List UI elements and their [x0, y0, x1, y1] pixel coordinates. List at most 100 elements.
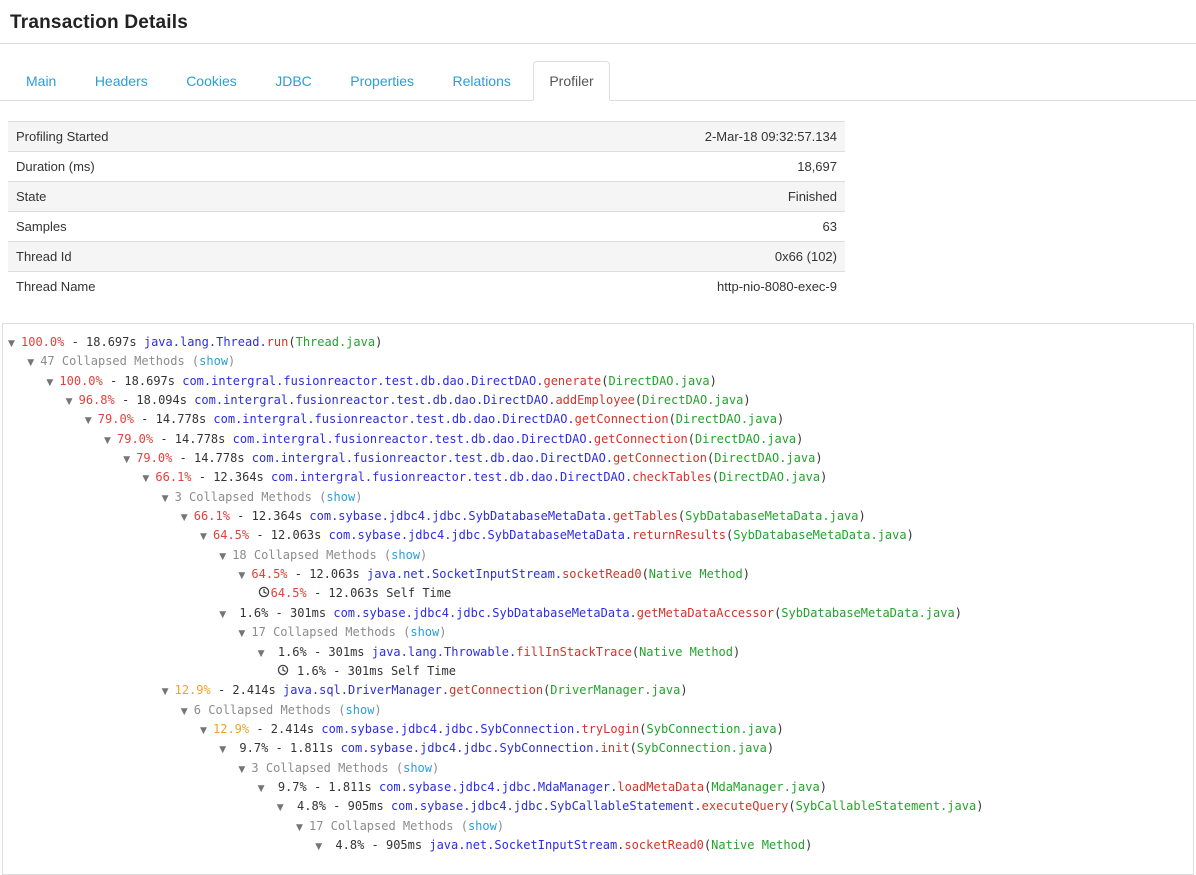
- show-link[interactable]: show: [391, 548, 420, 562]
- collapse-toggle-icon[interactable]: ▼: [238, 567, 251, 586]
- collapse-toggle-icon[interactable]: ▼: [258, 780, 271, 799]
- collapse-toggle-icon[interactable]: ▼: [238, 761, 251, 780]
- collapse-toggle-icon[interactable]: ▼: [162, 683, 175, 702]
- close-paren: ): [439, 625, 446, 639]
- class-name: java.net.SocketInputStream.: [367, 567, 562, 581]
- collapse-toggle-icon[interactable]: ▼: [219, 741, 232, 760]
- time-value: - 2.414s: [211, 683, 283, 697]
- time-value: - 301ms: [268, 606, 333, 620]
- collapse-toggle-icon[interactable]: ▼: [200, 722, 213, 741]
- show-link[interactable]: show: [326, 490, 355, 504]
- table-row: Thread Name http-nio-8080-exec-9: [8, 271, 845, 301]
- method-name: executeQuery: [702, 799, 789, 813]
- row-value: 2-Mar-18 09:32:57.134: [705, 129, 837, 144]
- table-row: Thread Id 0x66 (102): [8, 241, 845, 271]
- method-name: checkTables: [632, 470, 711, 484]
- time-value: - 12.063s: [288, 567, 367, 581]
- collapse-toggle-icon[interactable]: ▼: [277, 799, 290, 818]
- open-paren: (: [639, 722, 646, 736]
- profiler-node-row: ▼64.5% - 12.063s java.net.SocketInputStr…: [7, 565, 1189, 584]
- close-paren: ): [710, 374, 717, 388]
- collapse-toggle-icon[interactable]: ▼: [258, 645, 271, 664]
- tab-properties[interactable]: Properties: [334, 61, 430, 101]
- clock-icon: [277, 662, 290, 681]
- collapse-toggle-icon[interactable]: ▼: [296, 819, 309, 838]
- self-time-row: 1.6% - 301ms Self Time: [7, 662, 1189, 681]
- source-file: DirectDAO.java: [719, 470, 820, 484]
- tab-main[interactable]: Main: [10, 61, 72, 101]
- collapse-toggle-icon[interactable]: ▼: [238, 625, 251, 644]
- source-file: SybDatabaseMetaData.java: [781, 606, 954, 620]
- method-name: fillInStackTrace: [516, 645, 632, 659]
- profiler-node-row: ▼ 4.8% - 905ms java.net.SocketInputStrea…: [7, 836, 1189, 855]
- class-name: com.intergral.fusionreactor.test.db.dao.…: [182, 374, 543, 388]
- source-file: DirectDAO.java: [609, 374, 710, 388]
- source-file: MdaManager.java: [711, 780, 819, 794]
- collapsed-methods-row: ▼47 Collapsed Methods (show): [7, 352, 1189, 371]
- tab-bar: Main Headers Cookies JDBC Properties Rel…: [0, 61, 1196, 101]
- profiler-node-row: ▼96.8% - 18.094s com.intergral.fusionrea…: [7, 391, 1189, 410]
- collapse-toggle-icon[interactable]: ▼: [85, 412, 98, 431]
- profiler-node-row: ▼66.1% - 12.364s com.intergral.fusionrea…: [7, 468, 1189, 487]
- percent-value: 1.6%: [290, 664, 326, 678]
- collapse-toggle-icon[interactable]: ▼: [142, 470, 155, 489]
- collapse-toggle-icon[interactable]: ▼: [200, 528, 213, 547]
- profiler-node-row: ▼12.9% - 2.414s java.sql.DriverManager.g…: [7, 681, 1189, 700]
- percent-value: 79.0%: [117, 432, 153, 446]
- class-name: com.intergral.fusionreactor.test.db.dao.…: [233, 432, 594, 446]
- tab-jdbc[interactable]: JDBC: [259, 61, 328, 101]
- show-link[interactable]: show: [199, 354, 228, 368]
- show-link[interactable]: show: [410, 625, 439, 639]
- source-file: Thread.java: [296, 335, 375, 349]
- collapse-toggle-icon[interactable]: ▼: [181, 703, 194, 722]
- source-file: DirectDAO.java: [695, 432, 796, 446]
- collapse-toggle-icon[interactable]: ▼: [66, 393, 79, 412]
- method-name: tryLogin: [581, 722, 639, 736]
- method-name: run: [267, 335, 289, 349]
- show-link[interactable]: show: [403, 761, 432, 775]
- open-paren: (: [788, 799, 795, 813]
- time-value: - 18.697s: [64, 335, 143, 349]
- row-label: Thread Name: [16, 279, 95, 294]
- open-paren: (: [712, 470, 719, 484]
- profiler-node-row: ▼66.1% - 12.364s com.sybase.jdbc4.jdbc.S…: [7, 507, 1189, 526]
- table-row: State Finished: [8, 181, 845, 211]
- header-divider: [0, 43, 1196, 44]
- source-file: DirectDAO.java: [676, 412, 777, 426]
- profiler-node-row: ▼100.0% - 18.697s java.lang.Thread.run(T…: [7, 333, 1189, 352]
- close-paren: ): [733, 645, 740, 659]
- method-name: addEmployee: [555, 393, 634, 407]
- tab-headers[interactable]: Headers: [79, 61, 164, 101]
- close-paren: ): [228, 354, 235, 368]
- class-name: com.sybase.jdbc4.jdbc.SybDatabaseMetaDat…: [333, 606, 636, 620]
- collapse-toggle-icon[interactable]: ▼: [162, 490, 175, 509]
- collapse-toggle-icon[interactable]: ▼: [315, 838, 328, 857]
- source-file: SybDatabaseMetaData.java: [733, 528, 906, 542]
- class-name: com.intergral.fusionreactor.test.db.dao.…: [194, 393, 555, 407]
- collapse-toggle-icon[interactable]: ▼: [219, 606, 232, 625]
- collapse-toggle-icon[interactable]: ▼: [219, 548, 232, 567]
- close-paren: ): [820, 470, 827, 484]
- tab-profiler[interactable]: Profiler: [533, 61, 609, 101]
- row-value: 63: [823, 219, 837, 234]
- class-name: com.sybase.jdbc4.jdbc.SybCallableStateme…: [391, 799, 702, 813]
- source-file: SybDatabaseMetaData.java: [685, 509, 858, 523]
- collapse-toggle-icon[interactable]: ▼: [104, 432, 117, 451]
- collapse-toggle-icon[interactable]: ▼: [8, 335, 21, 354]
- show-link[interactable]: show: [346, 703, 375, 717]
- collapse-toggle-icon[interactable]: ▼: [123, 451, 136, 470]
- collapse-toggle-icon[interactable]: ▼: [46, 374, 59, 393]
- collapse-toggle-icon[interactable]: ▼: [27, 354, 40, 373]
- percent-value: 1.6%: [271, 645, 307, 659]
- collapse-toggle-icon[interactable]: ▼: [181, 509, 194, 528]
- class-name: java.lang.Thread.: [144, 335, 267, 349]
- percent-value: 4.8%: [328, 838, 364, 852]
- tab-relations[interactable]: Relations: [437, 61, 527, 101]
- close-paren: ): [777, 412, 784, 426]
- tab-cookies[interactable]: Cookies: [170, 61, 253, 101]
- time-value: - 14.778s: [153, 432, 232, 446]
- collapsed-methods-label: 17 Collapsed Methods (: [251, 625, 410, 639]
- source-file: Native Method: [639, 645, 733, 659]
- show-link[interactable]: show: [468, 819, 497, 833]
- method-name: getTables: [613, 509, 678, 523]
